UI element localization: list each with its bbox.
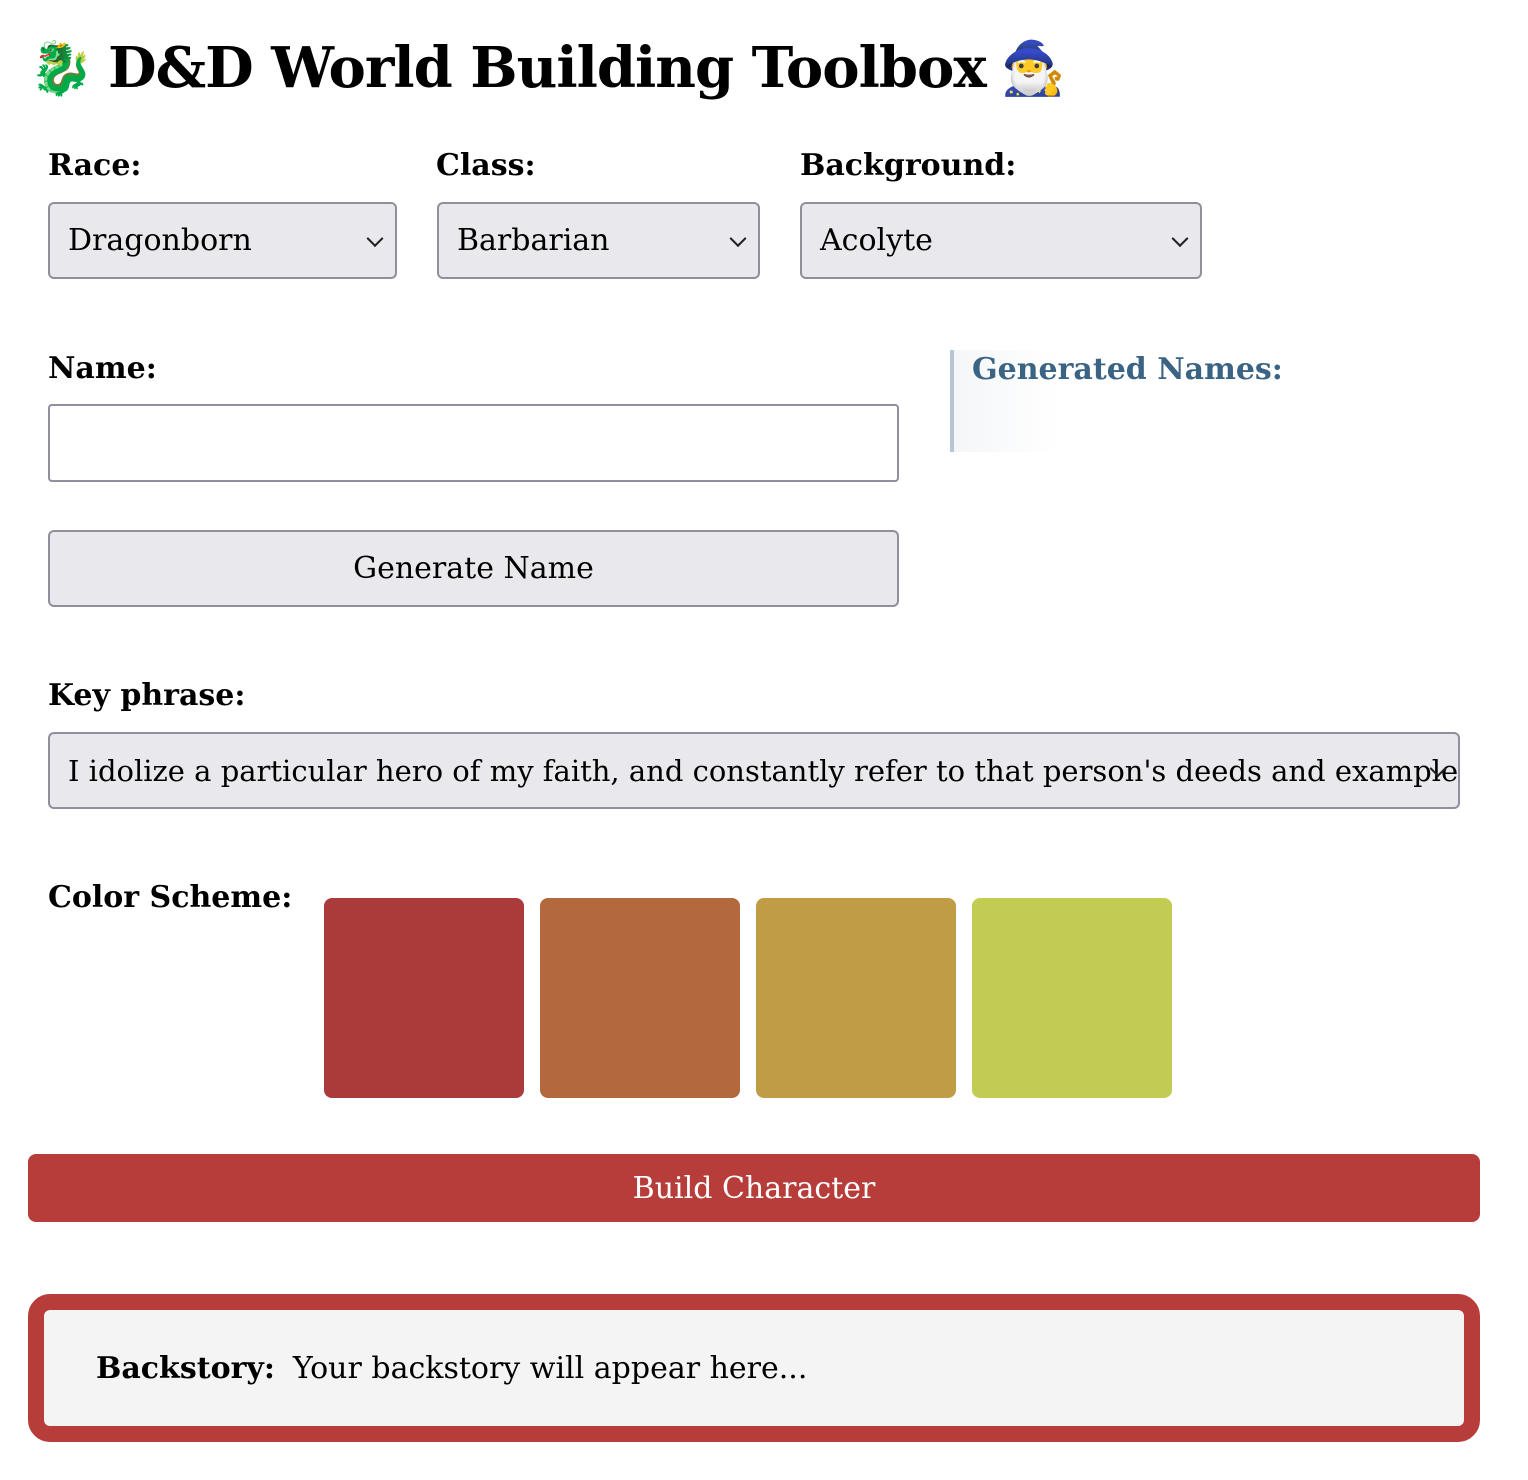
dragon-icon: 🐉: [29, 38, 94, 99]
backstory-text: Your backstory will appear here...: [292, 1350, 808, 1386]
key-phrase-label: Key phrase:: [48, 678, 246, 713]
class-select-value: Barbarian: [457, 223, 610, 258]
key-phrase-select[interactable]: I idolize a particular hero of my faith,…: [48, 732, 1460, 809]
page: 🐉 D&D World Building Toolbox 🧙‍♂️ Race: …: [0, 0, 1528, 1480]
key-phrase-select-value: I idolize a particular hero of my faith,…: [68, 753, 1460, 788]
chevron-down-icon: [366, 229, 384, 247]
background-label: Background:: [800, 148, 1017, 183]
name-input[interactable]: [48, 404, 899, 482]
background-select-value: Acolyte: [820, 223, 933, 258]
class-label: Class:: [436, 148, 536, 183]
class-select[interactable]: Barbarian: [437, 202, 760, 279]
color-scheme-label: Color Scheme:: [48, 880, 293, 915]
page-title: 🐉 D&D World Building Toolbox 🧙‍♂️: [28, 28, 1066, 108]
race-select-value: Dragonborn: [68, 223, 252, 258]
build-character-button[interactable]: Build Character: [28, 1154, 1480, 1222]
generated-names-title: Generated Names:: [972, 352, 1283, 387]
page-title-text: D&D World Building Toolbox: [108, 35, 987, 101]
race-label: Race:: [48, 148, 142, 183]
generated-names-panel: Generated Names:: [950, 350, 1480, 452]
generate-name-button[interactable]: Generate Name: [48, 530, 899, 607]
wizard-icon: 🧙‍♂️: [1000, 38, 1066, 99]
backstory-box: Backstory: Your backstory will appear he…: [28, 1294, 1480, 1442]
backstory-label: Backstory:: [96, 1350, 275, 1386]
chevron-down-icon: [729, 229, 747, 247]
color-swatch[interactable]: [972, 898, 1172, 1098]
color-swatch[interactable]: [324, 898, 524, 1098]
background-select[interactable]: Acolyte: [800, 202, 1202, 279]
race-select[interactable]: Dragonborn: [48, 202, 397, 279]
name-label: Name:: [48, 351, 157, 386]
chevron-down-icon: [1171, 229, 1189, 247]
color-swatch[interactable]: [756, 898, 956, 1098]
color-swatch[interactable]: [540, 898, 740, 1098]
